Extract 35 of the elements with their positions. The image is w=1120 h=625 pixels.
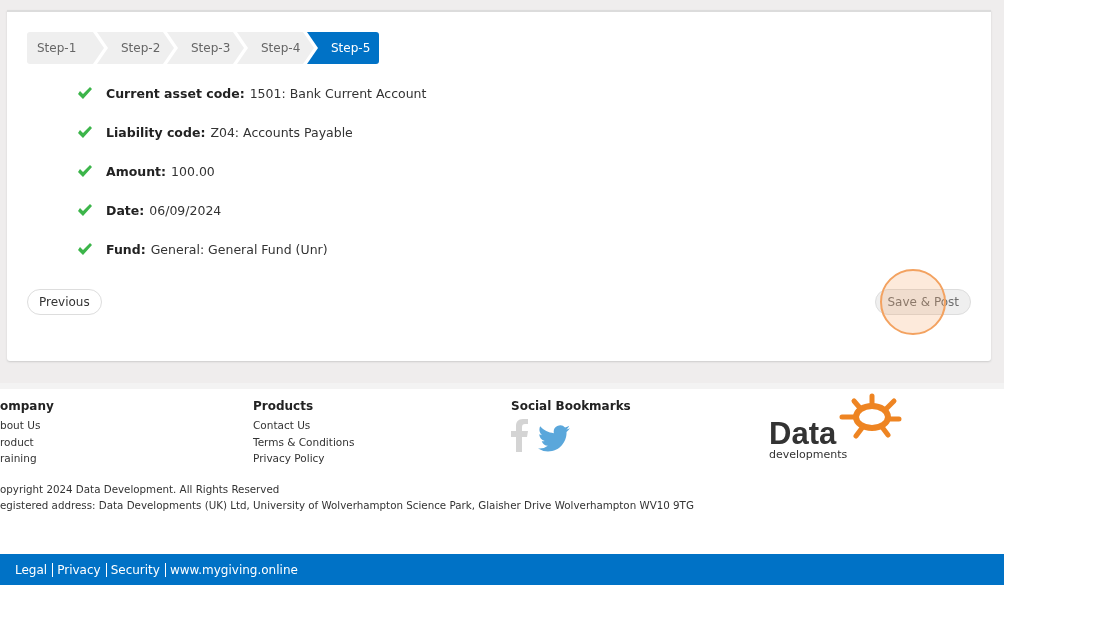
field-value: 1501: Bank Current Account (249, 86, 427, 101)
bottom-link[interactable]: Security (105, 562, 165, 577)
step-tab[interactable]: Step-5 (307, 32, 379, 64)
footer-link[interactable]: roduct (0, 433, 253, 450)
footer-heading: Products (253, 399, 315, 413)
address-text: egistered address: Data Developments (UK) Ltd, University of Wolverhampton Science Park, Glaisher Drive Wolverhampton WV10 9TG (0, 497, 695, 513)
footer-link[interactable]: Contact Us (253, 417, 511, 434)
footer-link[interactable]: raining (0, 450, 253, 467)
bottom-link[interactable]: www.mygiving.online (164, 562, 303, 577)
step-tab[interactable]: Step-2 (97, 32, 174, 64)
footer-link[interactable]: Terms & Conditions (253, 433, 511, 450)
logo-tagline: developments (769, 449, 849, 461)
bottom-link[interactable]: Legal (15, 562, 53, 577)
step-tab[interactable]: Step-3 (167, 32, 244, 64)
field-value: 100.00 (171, 164, 215, 179)
field-label: Date: (106, 203, 145, 218)
footer-link[interactable]: bout Us (0, 417, 253, 434)
field-value: General: General Fund (Unr) (150, 242, 328, 257)
field-label: Liability code: (106, 125, 206, 140)
previous-button[interactable]: Previous (27, 289, 102, 315)
twitter-icon[interactable] (538, 425, 570, 452)
field-value: Z04: Accounts Payable (210, 125, 353, 140)
step-tab[interactable]: Step-4 (237, 32, 314, 64)
facebook-icon[interactable] (511, 419, 528, 452)
field-label: Current asset code: (106, 86, 245, 101)
field-label: Fund: (106, 242, 146, 257)
step-tab[interactable]: Step-1 (27, 32, 104, 64)
field-value: 06/09/2024 (149, 203, 222, 218)
copyright-text: opyright 2024 Data Development. All Rights Reserved (0, 481, 281, 497)
field-label: Amount: (106, 164, 167, 179)
bottom-link[interactable]: Privacy (52, 562, 106, 577)
footer-link[interactable]: Privacy Policy (253, 450, 511, 467)
footer-heading: ompany (0, 399, 55, 413)
footer-heading: Social Bookmarks (511, 399, 632, 413)
logo-name: Data (769, 419, 837, 449)
